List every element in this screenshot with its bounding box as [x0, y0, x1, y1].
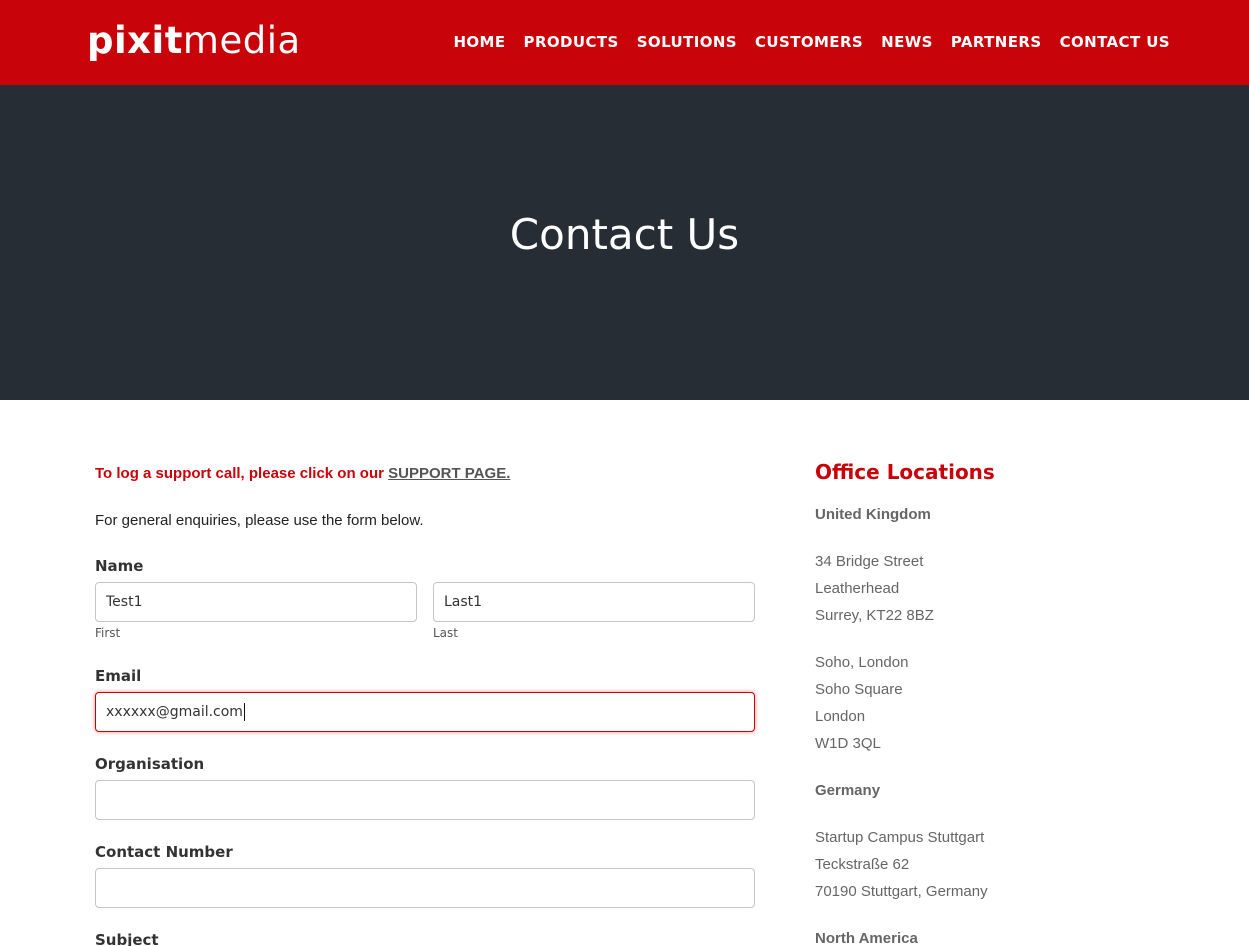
uk-office1-line: Surrey, KT22 8BZ [815, 607, 934, 624]
contact-number-input[interactable] [95, 868, 755, 908]
uk-office2-line: Soho Square [815, 681, 903, 698]
support-page-link[interactable]: SUPPORT PAGE. [388, 465, 510, 482]
nav-products[interactable]: PRODUCTS [524, 33, 619, 51]
pixitmedia-logo[interactable]: pixitmedia [87, 18, 301, 64]
support-notice-text: To log a support call, please click on o… [95, 465, 389, 482]
page-title: Contact Us [509, 210, 740, 259]
nav-home[interactable]: HOME [453, 33, 505, 51]
logo-light-text: media [182, 19, 301, 62]
uk-office1-line: 34 Bridge Street [815, 553, 924, 570]
last-name-sublabel: Last [433, 626, 458, 640]
organisation-input[interactable] [95, 780, 755, 820]
nav-partners[interactable]: PARTNERS [951, 33, 1042, 51]
uk-office2-line: Soho, London [815, 654, 909, 671]
uk-office1-line: Leatherhead [815, 580, 900, 597]
email-value: xxxxxx@gmail.com [106, 704, 243, 720]
subject-label: Subject [95, 931, 159, 946]
first-name-input[interactable]: Test1 [95, 582, 417, 622]
form-intro-text: For general enquiries, please use the fo… [95, 512, 424, 529]
uk-office2-line: London [815, 708, 866, 725]
text-caret [243, 703, 245, 721]
top-navigation-bar: pixitmedia HOME PRODUCTS SOLUTIONS CUSTO… [0, 0, 1249, 85]
contact-number-label: Contact Number [95, 843, 233, 861]
germany-heading: Germany [815, 782, 881, 799]
de-office-line: Teckstraße 62 [815, 856, 910, 873]
main-nav: HOME PRODUCTS SOLUTIONS CUSTOMERS NEWS P… [453, 33, 1170, 51]
organisation-label: Organisation [95, 755, 205, 773]
de-office-line: 70190 Stuttgart, Germany [815, 883, 988, 900]
de-office-line: Startup Campus Stuttgart [815, 829, 985, 846]
office-locations-title: Office Locations [815, 460, 995, 484]
email-label: Email [95, 667, 142, 685]
email-input[interactable]: xxxxxx@gmail.com [95, 692, 755, 732]
north-america-heading: North America [815, 930, 918, 946]
hero-banner: Contact Us [0, 85, 1249, 400]
nav-contact-us[interactable]: CONTACT US [1060, 33, 1170, 51]
first-name-sublabel: First [95, 626, 121, 640]
uk-office2-line: W1D 3QL [815, 735, 881, 752]
name-label: Name [95, 557, 144, 575]
support-notice: To log a support call, please click on o… [95, 465, 510, 482]
nav-customers[interactable]: CUSTOMERS [755, 33, 863, 51]
logo-bold-text: pixit [87, 19, 183, 62]
nav-solutions[interactable]: SOLUTIONS [637, 33, 737, 51]
last-name-input[interactable]: Last1 [433, 582, 755, 622]
nav-news[interactable]: NEWS [881, 33, 933, 51]
uk-heading: United Kingdom [815, 506, 931, 523]
